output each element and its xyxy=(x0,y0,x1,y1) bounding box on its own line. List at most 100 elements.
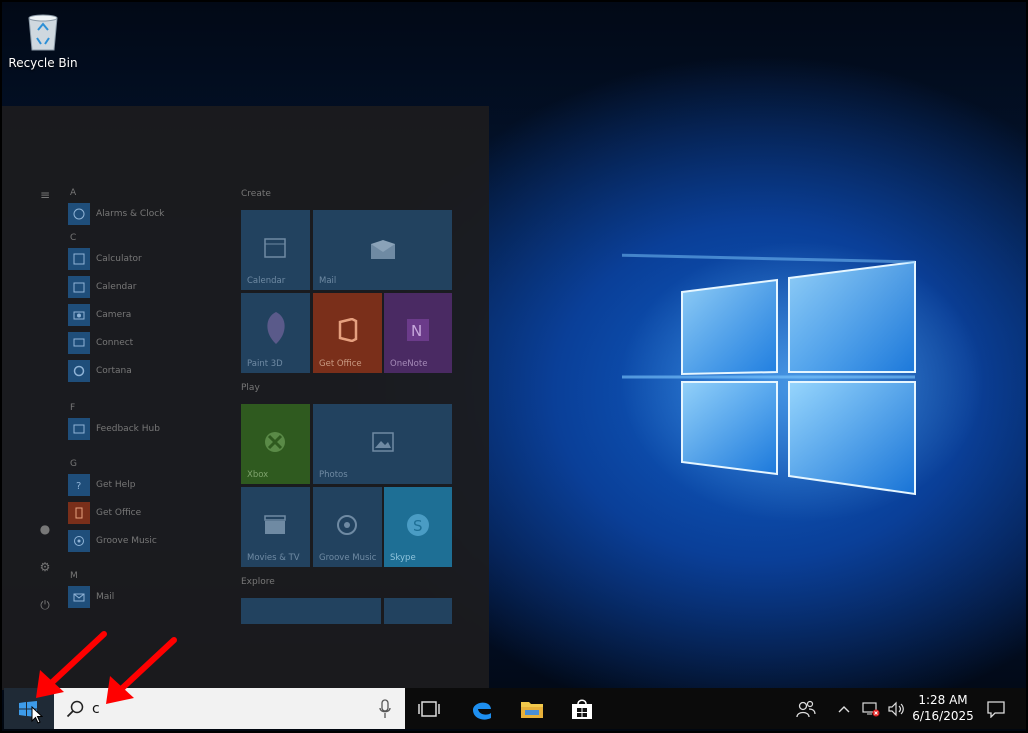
app-cortana[interactable]: Cortana xyxy=(68,357,228,385)
photos-icon xyxy=(372,432,394,452)
people-button[interactable] xyxy=(786,688,826,729)
start-menu: ≡ ● ⚙ ⏻ A Alarms & Clock C Calculator Ca… xyxy=(2,106,489,690)
onenote-icon: N xyxy=(407,319,429,341)
clock-time: 1:28 AM xyxy=(918,693,968,707)
file-explorer-taskbar-button[interactable] xyxy=(510,688,554,729)
tile-explore-1[interactable] xyxy=(241,598,381,624)
app-get-help[interactable]: ? Get Help xyxy=(68,471,228,499)
app-label: Get Help xyxy=(96,480,136,490)
network-disconnected-icon xyxy=(862,701,880,716)
mail-icon xyxy=(68,586,90,608)
task-view-icon xyxy=(418,700,440,717)
tile-mail[interactable]: Mail xyxy=(313,210,452,290)
tile-groove-music[interactable]: Groove Music xyxy=(313,487,382,567)
tile-label: OneNote xyxy=(390,359,428,369)
app-mail[interactable]: Mail xyxy=(68,583,228,611)
letter-header-c[interactable]: C xyxy=(70,231,228,245)
tile-label: Xbox xyxy=(247,470,269,480)
tile-label: Calendar xyxy=(247,276,286,286)
tile-paint-3d[interactable]: Paint 3D xyxy=(241,293,310,373)
calendar-icon xyxy=(264,238,286,258)
skype-icon: S xyxy=(407,514,429,536)
search-icon xyxy=(66,700,84,718)
people-icon xyxy=(796,700,816,717)
app-camera[interactable]: Camera xyxy=(68,301,228,329)
mail-icon xyxy=(371,240,395,259)
connect-icon xyxy=(68,332,90,354)
recycle-bin-shortcut[interactable]: Recycle Bin xyxy=(8,10,78,70)
taskbar-clock[interactable]: 1:28 AM 6/16/2025 xyxy=(908,692,978,724)
start-menu-rail: ≡ ● ⚙ ⏻ xyxy=(30,106,58,690)
app-label: Cortana xyxy=(96,366,132,376)
app-label: Camera xyxy=(96,310,132,320)
app-calculator[interactable]: Calculator xyxy=(68,245,228,273)
hamburger-menu-icon[interactable]: ≡ xyxy=(38,188,52,202)
app-label: Connect xyxy=(96,338,134,348)
svg-text:N: N xyxy=(411,322,422,340)
section-create-title: Create xyxy=(241,189,271,199)
store-taskbar-button[interactable] xyxy=(560,688,604,729)
edge-taskbar-button[interactable] xyxy=(460,688,504,729)
tile-skype[interactable]: S Skype xyxy=(384,487,452,567)
section-play-title: Play xyxy=(241,383,260,393)
power-icon[interactable]: ⏻ xyxy=(38,598,52,612)
show-hidden-icons-button[interactable] xyxy=(832,688,856,729)
letter-header-a[interactable]: A xyxy=(70,186,228,200)
tile-explore-2[interactable] xyxy=(384,598,452,624)
recycle-bin-icon xyxy=(23,10,63,52)
office-icon xyxy=(68,502,90,524)
app-alarms-clock[interactable]: Alarms & Clock xyxy=(68,200,228,228)
app-label: Calculator xyxy=(96,254,142,264)
calendar-icon xyxy=(68,276,90,298)
movies-icon xyxy=(264,515,286,534)
network-status-button[interactable] xyxy=(858,688,884,729)
alarm-clock-icon xyxy=(68,203,90,225)
app-groove-music[interactable]: Groove Music xyxy=(68,527,228,555)
microphone-icon[interactable] xyxy=(379,699,391,719)
tile-label: Movies & TV xyxy=(247,553,300,563)
app-feedback-hub[interactable]: Feedback Hub xyxy=(68,415,228,443)
recycle-bin-label: Recycle Bin xyxy=(8,56,78,70)
svg-text:S: S xyxy=(413,517,423,535)
app-label: Groove Music xyxy=(96,536,157,546)
cortana-icon xyxy=(68,360,90,382)
mouse-cursor-icon xyxy=(31,706,43,724)
tile-label: Get Office xyxy=(319,359,362,369)
folder-icon xyxy=(521,701,543,718)
tile-xbox[interactable]: Xbox xyxy=(241,404,310,484)
chevron-up-icon xyxy=(838,705,850,712)
app-label: Mail xyxy=(96,592,115,602)
annotation-arrow-search-icon xyxy=(106,637,177,704)
app-get-office[interactable]: Get Office xyxy=(68,499,228,527)
camera-icon xyxy=(68,304,90,326)
help-icon: ? xyxy=(68,474,90,496)
tile-photos[interactable]: Photos xyxy=(313,404,452,484)
tile-calendar[interactable]: Calendar xyxy=(241,210,310,290)
tile-label: Mail xyxy=(319,276,337,286)
feedback-icon xyxy=(68,418,90,440)
app-connect[interactable]: Connect xyxy=(68,329,228,357)
action-center-button[interactable] xyxy=(976,688,1016,729)
letter-header-g[interactable]: G xyxy=(70,457,228,471)
settings-gear-icon[interactable]: ⚙ xyxy=(38,560,52,574)
calculator-icon xyxy=(68,248,90,270)
task-view-button[interactable] xyxy=(407,688,451,729)
section-explore-title: Explore xyxy=(241,577,275,587)
paint-3d-icon xyxy=(267,312,285,344)
tile-onenote[interactable]: N OneNote xyxy=(384,293,452,373)
volume-button[interactable] xyxy=(884,688,910,729)
store-bag-icon xyxy=(572,699,592,719)
tile-movies-tv[interactable]: Movies & TV xyxy=(241,487,310,567)
annotation-arrow-start-icon xyxy=(36,631,107,698)
user-account-icon[interactable]: ● xyxy=(38,522,52,536)
notification-icon xyxy=(987,700,1005,718)
tile-get-office[interactable]: Get Office xyxy=(313,293,382,373)
clock-date: 6/16/2025 xyxy=(912,709,974,723)
letter-header-m[interactable]: M xyxy=(70,569,228,583)
svg-text:?: ? xyxy=(76,481,81,491)
letter-header-f[interactable]: F xyxy=(70,401,228,415)
office-icon xyxy=(338,318,358,342)
app-calendar[interactable]: Calendar xyxy=(68,273,228,301)
app-label: Feedback Hub xyxy=(96,424,160,434)
tile-label: Paint 3D xyxy=(247,359,283,369)
